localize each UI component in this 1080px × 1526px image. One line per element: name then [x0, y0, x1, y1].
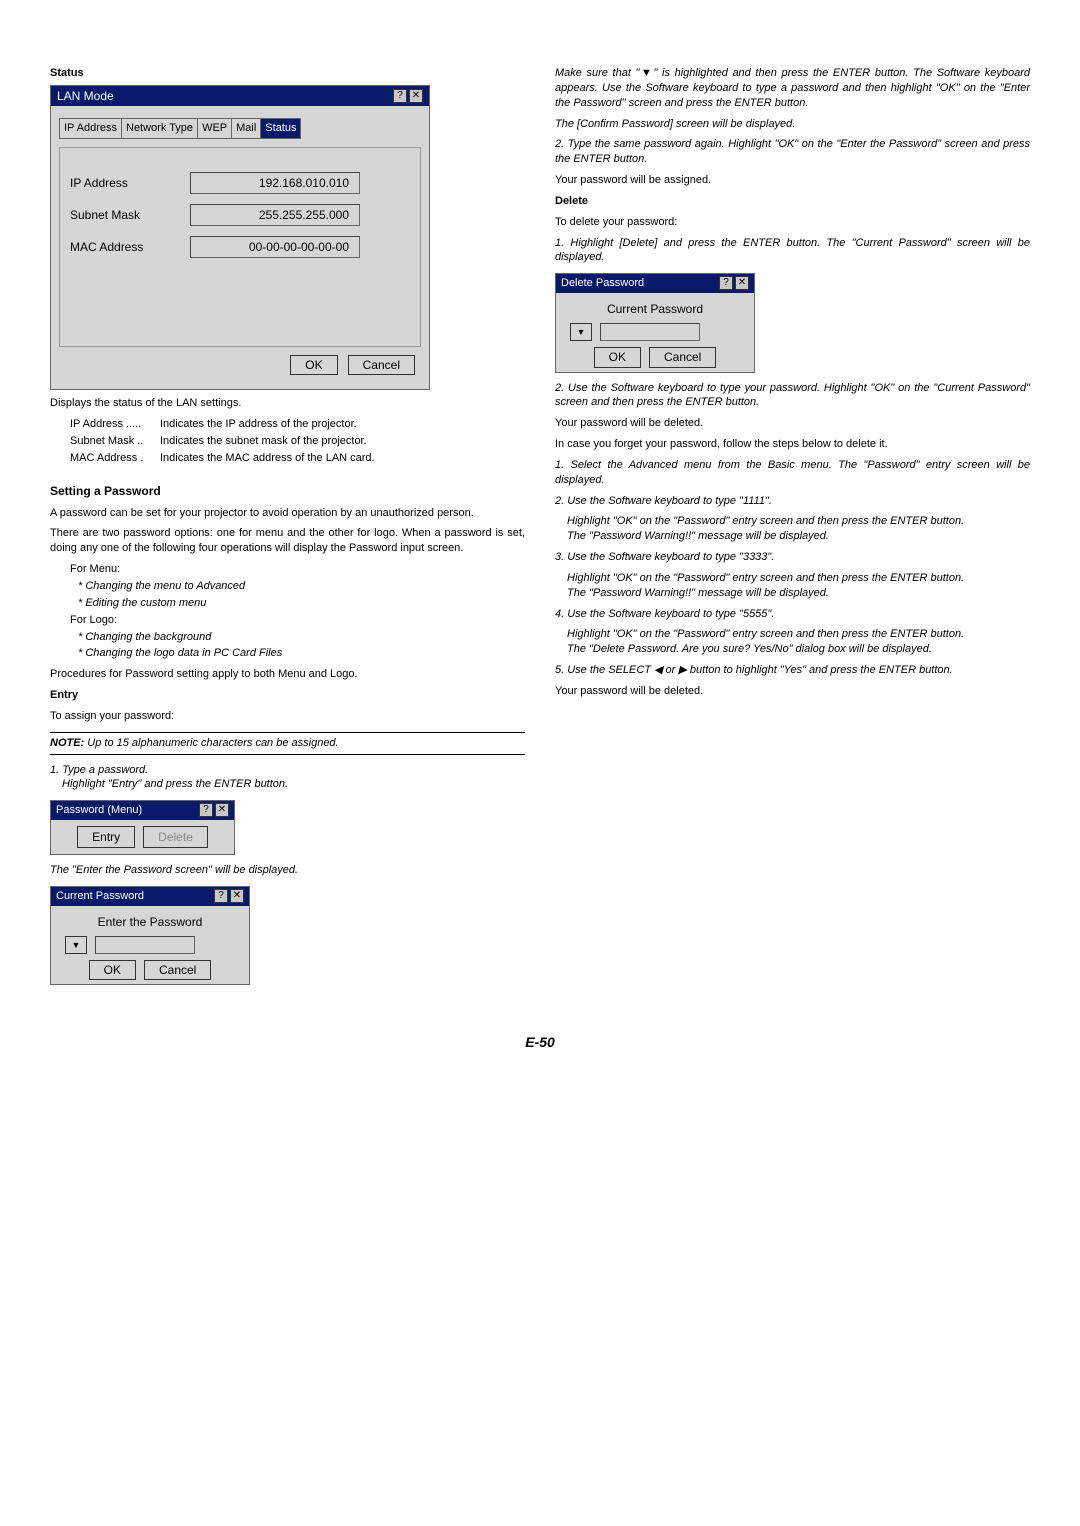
f2a: 2. Use the Software keyboard to type "11… — [555, 494, 1030, 509]
tab-ip-address[interactable]: IP Address — [59, 118, 122, 139]
assigned: Your password will be assigned. — [555, 173, 1030, 188]
ok-button[interactable]: OK — [89, 960, 136, 980]
f2b: Highlight "OK" on the "Password" entry s… — [567, 514, 1030, 529]
forget: In case you forget your password, follow… — [555, 437, 1030, 452]
f4b: Highlight "OK" on the "Password" entry s… — [567, 627, 1030, 642]
deleted2: Your password will be deleted. — [555, 684, 1030, 699]
r-p2: 2. Type the same password again. Highlig… — [555, 137, 1030, 167]
tab-network-type[interactable]: Network Type — [121, 118, 198, 139]
cancel-button[interactable]: Cancel — [144, 960, 211, 980]
def-mac: MAC Address . Indicates the MAC address … — [70, 451, 525, 466]
lan-tabs: IP Address Network Type WEP Mail Status — [59, 118, 421, 139]
current-password-label: Current Password — [560, 301, 750, 317]
for-menu: For Menu: — [70, 562, 525, 577]
entry-desc: To assign your password: — [50, 709, 525, 724]
page-number: E-50 — [50, 1033, 1030, 1052]
help-icon[interactable]: ? — [199, 803, 213, 817]
keyboard-dropdown-icon[interactable]: ▼ — [65, 936, 87, 954]
procedures: Procedures for Password setting apply to… — [50, 667, 525, 682]
status-heading: Status — [50, 66, 525, 81]
close-icon[interactable]: ✕ — [215, 803, 229, 817]
d2: 2. Use the Software keyboard to type you… — [555, 381, 1030, 411]
close-icon[interactable]: ✕ — [409, 89, 423, 103]
f4a: 4. Use the Software keyboard to type "55… — [555, 607, 1030, 622]
enter-password-label: Enter the Password — [55, 914, 245, 930]
entry-heading: Entry — [50, 688, 525, 703]
delete-heading: Delete — [555, 194, 1030, 209]
f3a: 3. Use the Software keyboard to type "33… — [555, 550, 1030, 565]
tab-status[interactable]: Status — [260, 118, 301, 139]
setting-p2: There are two password options: one for … — [50, 526, 525, 556]
mac-address-value: 00-00-00-00-00-00 — [190, 236, 360, 258]
password-input[interactable] — [600, 323, 700, 341]
logo-item-2: Changing the logo data in PC Card Files — [78, 646, 525, 661]
help-icon[interactable]: ? — [719, 276, 733, 290]
lan-mode-dialog: LAN Mode ? ✕ IP Address Network Type WEP… — [50, 85, 430, 390]
current-password-dialog: Current Password ? ✕ Enter the Password … — [50, 886, 250, 985]
f3c: The "Password Warning!!" message will be… — [567, 586, 1030, 601]
tab-wep[interactable]: WEP — [197, 118, 232, 139]
close-icon[interactable]: ✕ — [230, 889, 244, 903]
def-ip: IP Address ..... Indicates the IP addres… — [70, 417, 525, 432]
f2c: The "Password Warning!!" message will be… — [567, 529, 1030, 544]
ok-button[interactable]: OK — [290, 355, 337, 375]
delete-password-dialog: Delete Password ? ✕ Current Password ▼ O… — [555, 273, 755, 372]
entry-button[interactable]: Entry — [77, 826, 135, 848]
for-logo: For Logo: — [70, 613, 525, 628]
status-desc: Displays the status of the LAN settings. — [50, 396, 525, 411]
ip-address-label: IP Address — [70, 175, 190, 191]
current-password-title: Current Password — [56, 889, 144, 904]
delete-password-title: Delete Password — [561, 276, 644, 291]
mac-address-label: MAC Address — [70, 239, 190, 255]
keyboard-dropdown-icon[interactable]: ▼ — [570, 323, 592, 341]
enter-displayed: The "Enter the Password screen" will be … — [50, 863, 525, 878]
delete-desc: To delete your password: — [555, 215, 1030, 230]
menu-item-2: Editing the custom menu — [78, 596, 525, 611]
note: NOTE: NOTE: Up to 15 alphanumeric charac… — [50, 732, 525, 755]
f1: 1. Select the Advanced menu from the Bas… — [555, 458, 1030, 488]
def-subnet: Subnet Mask .. Indicates the subnet mask… — [70, 434, 525, 449]
delete-button[interactable]: Delete — [143, 826, 208, 848]
password-menu-title: Password (Menu) — [56, 803, 142, 818]
tab-mail[interactable]: Mail — [231, 118, 261, 139]
f5: 5. Use the SELECT ◀ or ▶ button to highl… — [555, 663, 1030, 678]
f3b: Highlight "OK" on the "Password" entry s… — [567, 571, 1030, 586]
setting-p1: A password can be set for your projector… — [50, 506, 525, 521]
f4c: The "Delete Password. Are you sure? Yes/… — [567, 642, 1030, 657]
lan-mode-title: LAN Mode — [57, 88, 114, 104]
r-p1: Make sure that "▼" is highlighted and th… — [555, 66, 1030, 111]
subnet-mask-label: Subnet Mask — [70, 207, 190, 223]
help-icon[interactable]: ? — [393, 89, 407, 103]
menu-item-1: Changing the menu to Advanced — [78, 579, 525, 594]
cancel-button[interactable]: Cancel — [348, 355, 415, 375]
r-p1b: The [Confirm Password] screen will be di… — [555, 117, 1030, 132]
password-input[interactable] — [95, 936, 195, 954]
setting-password-heading: Setting a Password — [50, 483, 525, 499]
password-menu-dialog: Password (Menu) ? ✕ Entry Delete — [50, 800, 235, 855]
ok-button[interactable]: OK — [594, 347, 641, 367]
cancel-button[interactable]: Cancel — [649, 347, 716, 367]
step1b: Highlight "Entry" and press the ENTER bu… — [62, 777, 525, 792]
ip-address-value: 192.168.010.010 — [190, 172, 360, 194]
close-icon[interactable]: ✕ — [735, 276, 749, 290]
deleted: Your password will be deleted. — [555, 416, 1030, 431]
step1a: 1. Type a password. — [50, 763, 525, 778]
logo-item-1: Changing the background — [78, 630, 525, 645]
help-icon[interactable]: ? — [214, 889, 228, 903]
d1: 1. Highlight [Delete] and press the ENTE… — [555, 236, 1030, 266]
subnet-mask-value: 255.255.255.000 — [190, 204, 360, 226]
